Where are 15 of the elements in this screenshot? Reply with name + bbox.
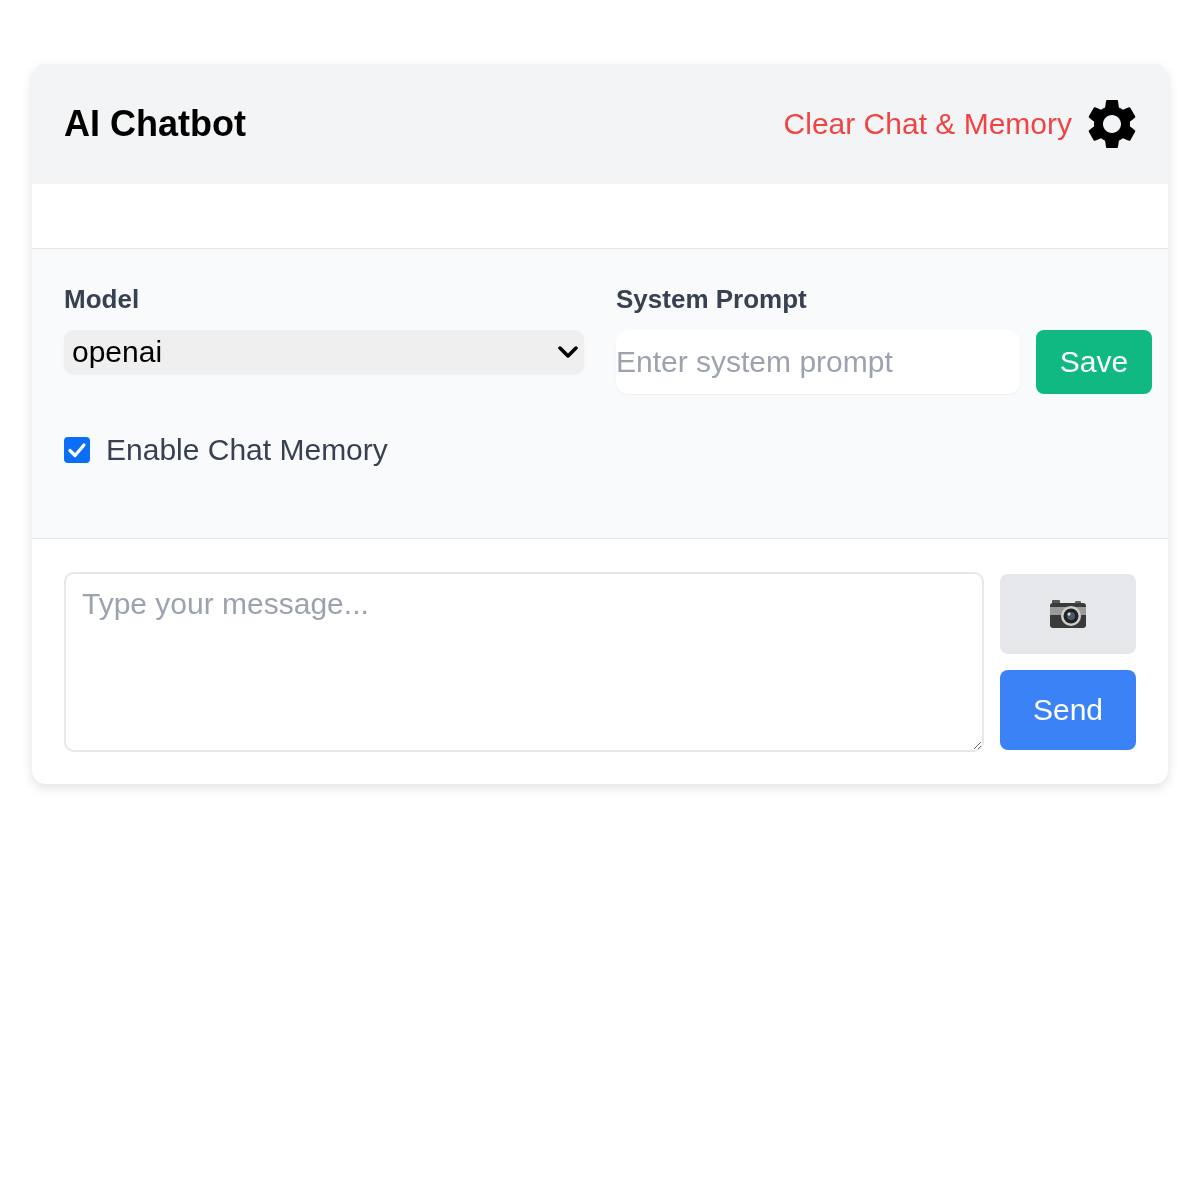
- camera-icon: [1049, 599, 1087, 629]
- camera-button[interactable]: [1000, 574, 1136, 654]
- memory-label: Enable Chat Memory: [106, 432, 388, 468]
- app-title: AI Chatbot: [64, 102, 246, 146]
- model-select[interactable]: openai: [64, 330, 584, 374]
- settings-icon[interactable]: [1088, 100, 1136, 148]
- chevron-down-icon: [558, 346, 578, 358]
- memory-checkbox[interactable]: [64, 437, 90, 463]
- system-prompt-label: System Prompt: [616, 283, 808, 316]
- system-prompt-field[interactable]: Enter system prompt: [616, 330, 1020, 394]
- model-label: Model: [64, 283, 141, 316]
- send-button[interactable]: Send: [1000, 670, 1136, 750]
- save-button[interactable]: Save: [1036, 330, 1152, 394]
- message-field[interactable]: Type your message...: [64, 572, 984, 752]
- clear-chat-button[interactable]: Clear Chat & Memory: [783, 104, 1072, 144]
